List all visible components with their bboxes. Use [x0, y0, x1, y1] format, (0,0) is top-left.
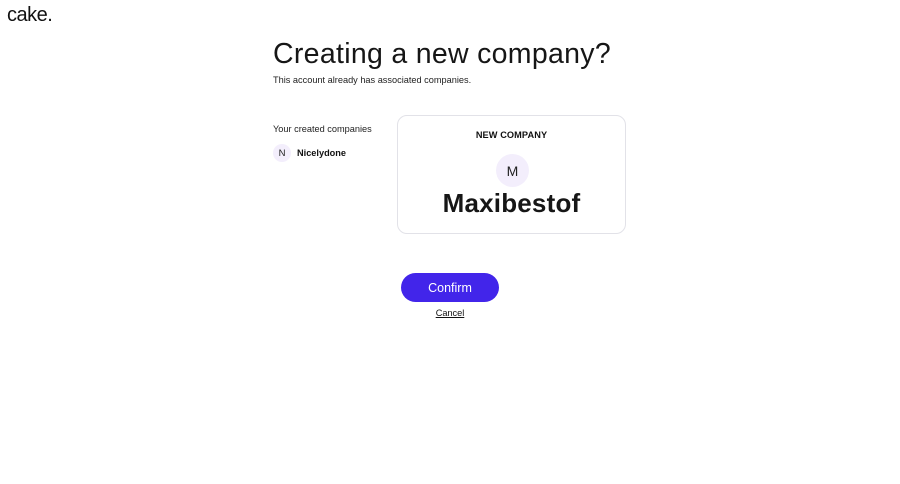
- new-company-card: NEW COMPANY M Maxibestof: [397, 115, 626, 234]
- company-name: Nicelydone: [297, 148, 347, 158]
- card-heading: NEW COMPANY: [475, 130, 548, 140]
- new-company-name: Maxibestof: [442, 188, 581, 218]
- confirm-button[interactable]: Confirm: [401, 273, 499, 302]
- page-subtitle: This account already has associated comp…: [273, 75, 472, 85]
- created-companies-label: Your created companies: [273, 124, 372, 134]
- cake-logo[interactable]: cake.: [7, 4, 53, 27]
- page-title: Creating a new company?: [273, 38, 612, 70]
- new-company-avatar: M: [496, 154, 529, 187]
- cancel-link[interactable]: Cancel: [436, 308, 465, 318]
- page: cake. Creating a new company? This accou…: [0, 0, 900, 484]
- cancel-link-row: Cancel: [0, 308, 900, 318]
- company-avatar: N: [273, 144, 291, 162]
- list-item: N Nicelydone: [273, 144, 346, 162]
